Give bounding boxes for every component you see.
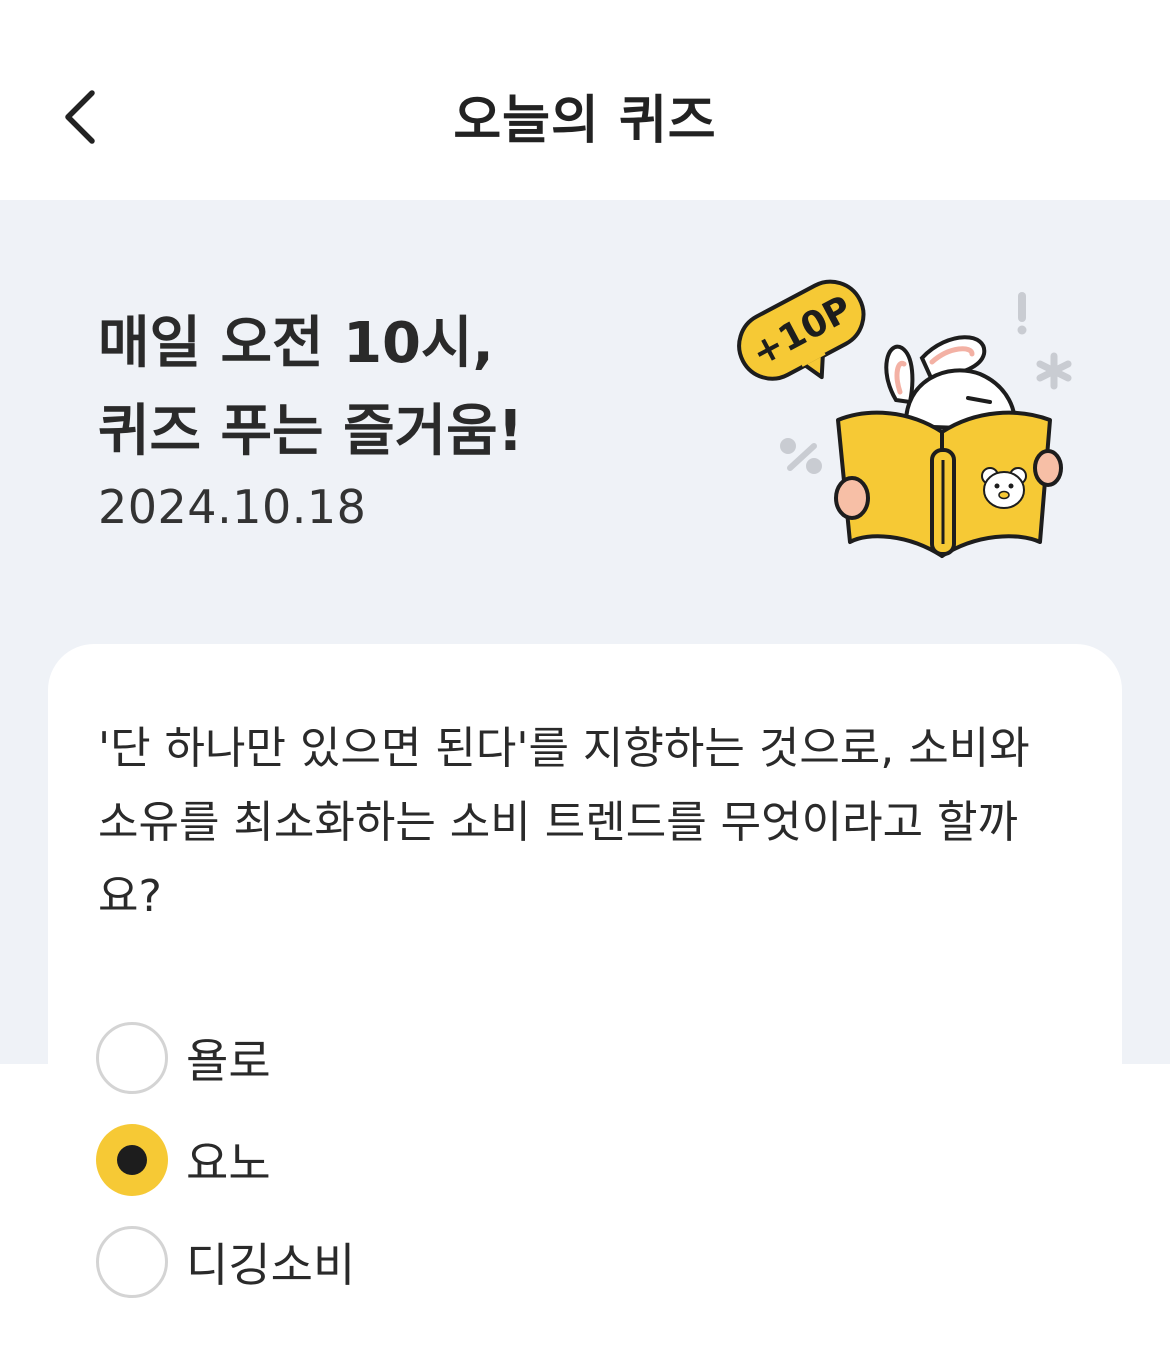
- answer-option-label: 요노: [186, 1136, 271, 1190]
- answer-option-label: 디깅소비: [186, 1238, 356, 1292]
- hero-title-line2: 퀴즈 푸는 즐거움!: [98, 399, 524, 464]
- hero-title-line1: 매일 오전 10시,: [98, 311, 494, 376]
- radio-unchecked-icon[interactable]: [96, 1226, 168, 1298]
- app-header: 오늘의 퀴즈: [0, 0, 1170, 200]
- points-badge-icon: +10P: [737, 279, 866, 381]
- radio-dot: [117, 1145, 147, 1175]
- hero-title: 매일 오전 10시, 퀴즈 푸는 즐거움!: [98, 300, 523, 476]
- page-title: 오늘의 퀴즈: [453, 91, 717, 151]
- quiz-date: 2024.10.18: [98, 480, 367, 534]
- bear-icon: [981, 467, 1027, 509]
- radio-unchecked-icon[interactable]: [96, 1022, 168, 1094]
- answer-sheet: [0, 1064, 1170, 1348]
- quiz-question: '단 하나만 있으면 된다'를 지향하는 것으로, 소비와 소유를 최소화하는 …: [98, 723, 1030, 922]
- bunny-reading-illustration: +10P: [737, 279, 1072, 558]
- radio-checked-icon[interactable]: [96, 1124, 168, 1196]
- answer-option-3[interactable]: 디깅소비: [96, 1226, 796, 1298]
- answer-option-1[interactable]: 욜로: [96, 1022, 796, 1094]
- answer-option-label: 욜로: [186, 1034, 271, 1088]
- answer-option-2[interactable]: 요노: [96, 1124, 796, 1196]
